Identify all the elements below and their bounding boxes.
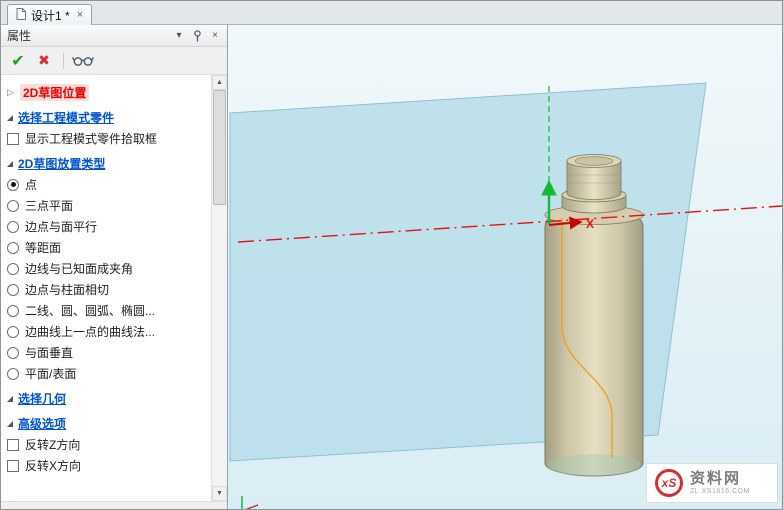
watermark-name: 资料网 [690,470,742,488]
toolbar-separator [63,52,64,69]
section-header-label: 选择工程模式零件 [18,111,115,125]
panel-title: 属性 [7,29,32,43]
radio-button[interactable] [7,325,19,338]
radio-dot [10,182,16,187]
pin-icon[interactable] [189,28,205,44]
radio-row[interactable]: 边线与已知面成夹角 [1,258,211,279]
watermark-logo-icon: xS [655,469,683,497]
document-tabbar: 设计1 * × [1,1,782,25]
panel-body: ▷ 2D草图位置选择工程模式零件显示工程模式零件拾取框 2D草图放置类型点三点平面边… [1,75,227,501]
scroll-down-icon[interactable]: ▼ [212,486,227,501]
cancel-button[interactable]: ✖ [33,52,55,69]
checkbox[interactable] [7,438,19,451]
radio-row[interactable]: 边点与面平行 [1,216,211,237]
properties-panel: 属性 ▾ × ✔ ✖ ▷ 2D草图位置 选择工程模式零件 显示工程模式零件拾取框… [1,25,228,509]
radio-row[interactable]: 二线、圆、圆弧、椭圆... [1,300,211,321]
radio-button[interactable] [7,199,19,212]
expand-arrow-icon[interactable]: ▷ [7,87,16,98]
header-row[interactable]: 高级选项 [1,413,211,434]
radio-button[interactable] [7,220,19,233]
panel-scrollbar[interactable]: ▲ ▼ [211,75,227,501]
radio-button[interactable] [7,346,19,359]
radio-label: 边曲线上一点的曲线法... [25,325,156,339]
radio-label: 与面垂直 [25,346,74,360]
checkbox-row[interactable]: 反转Z方向 [1,434,211,455]
panel-toolbar: ✔ ✖ [1,47,227,75]
section-header-label: 选择几何 [18,392,67,406]
document-icon [16,7,26,23]
radio-row[interactable]: 平面/表面 [1,363,211,384]
radio-label: 边线与已知面成夹角 [25,262,134,276]
panel-titlebar: 属性 ▾ × [1,25,227,47]
radio-button[interactable] [7,241,19,254]
required-field-label: 2D草图位置 [20,84,90,101]
panel-footer [1,501,227,509]
x-axis-label: X [586,217,594,231]
viewport-canvas[interactable]: X [228,25,782,509]
panel-close-icon[interactable]: × [207,28,223,44]
collapsed-header-row[interactable]: ▷ 2D草图位置 [1,82,211,103]
section-header-label: 高级选项 [18,417,67,431]
checkbox[interactable] [7,459,19,472]
panel-menu-icon[interactable]: ▾ [171,28,187,44]
radio-label: 平面/表面 [25,367,77,381]
header-row[interactable]: 选择几何 [1,388,211,409]
radio-label: 边点与面平行 [25,220,98,234]
radio-row[interactable]: 与面垂直 [1,342,211,363]
tab-design1[interactable]: 设计1 * × [7,4,93,25]
scrollbar-thumb[interactable] [213,90,226,205]
radio-label: 三点平面 [25,199,74,213]
bottle-bottom-face [547,454,641,476]
radio-row[interactable]: 边点与柱面相切 [1,279,211,300]
checkbox-label: 反转Z方向 [25,438,81,452]
collapse-arrow-icon[interactable] [7,395,13,402]
checkbox-row[interactable]: 反转X方向 [1,455,211,476]
tab-label: 设计1 * [31,8,70,23]
collapse-arrow-icon[interactable] [7,114,13,121]
checkbox-label: 显示工程模式零件拾取框 [25,132,158,146]
preview-glasses-icon[interactable] [72,54,94,67]
radio-row[interactable]: 等距面 [1,237,211,258]
main-area: 属性 ▾ × ✔ ✖ ▷ 2D草图位置 选择工程模式零件 显示工程模式零件拾取框… [1,25,782,509]
checkbox-row[interactable]: 显示工程模式零件拾取框 [1,128,211,149]
collapse-arrow-icon[interactable] [7,160,13,167]
scroll-up-icon[interactable]: ▲ [212,75,227,90]
radio-button[interactable] [7,367,19,380]
radio-label: 边点与柱面相切 [25,283,110,297]
watermark: xS 资料网 ZL.XS1616.COM [646,463,778,503]
tab-close-icon[interactable]: × [77,9,83,21]
collapse-arrow-icon[interactable] [7,420,13,427]
radio-label: 点 [25,178,38,192]
header-row[interactable]: 2D草图放置类型 [1,153,211,174]
panel-list: ▷ 2D草图位置选择工程模式零件显示工程模式零件拾取框 2D草图放置类型点三点平面边… [1,75,211,501]
watermark-url: ZL.XS1616.COM [690,487,750,495]
radio-label: 二线、圆、圆弧、椭圆... [25,304,156,318]
header-row[interactable]: 选择工程模式零件 [1,107,211,128]
radio-label: 等距面 [25,241,62,255]
checkbox[interactable] [7,132,19,145]
radio-button[interactable] [7,178,19,191]
radio-button[interactable] [7,262,19,275]
checkbox-label: 反转X方向 [25,459,82,473]
app-window: 设计1 * × 属性 ▾ × ✔ ✖ ▷ 2D草图位置 选择工程模式零件 显示工… [0,0,783,510]
radio-row[interactable]: 边曲线上一点的曲线法... [1,321,211,342]
radio-button[interactable] [7,304,19,317]
ok-button[interactable]: ✔ [7,51,29,71]
3d-viewport[interactable]: X xS 资料网 ZL.XS1616.COM [228,25,782,509]
radio-row[interactable]: 三点平面 [1,195,211,216]
section-header-label: 2D草图放置类型 [18,157,106,171]
radio-row[interactable]: 点 [1,174,211,195]
radio-button[interactable] [7,283,19,296]
